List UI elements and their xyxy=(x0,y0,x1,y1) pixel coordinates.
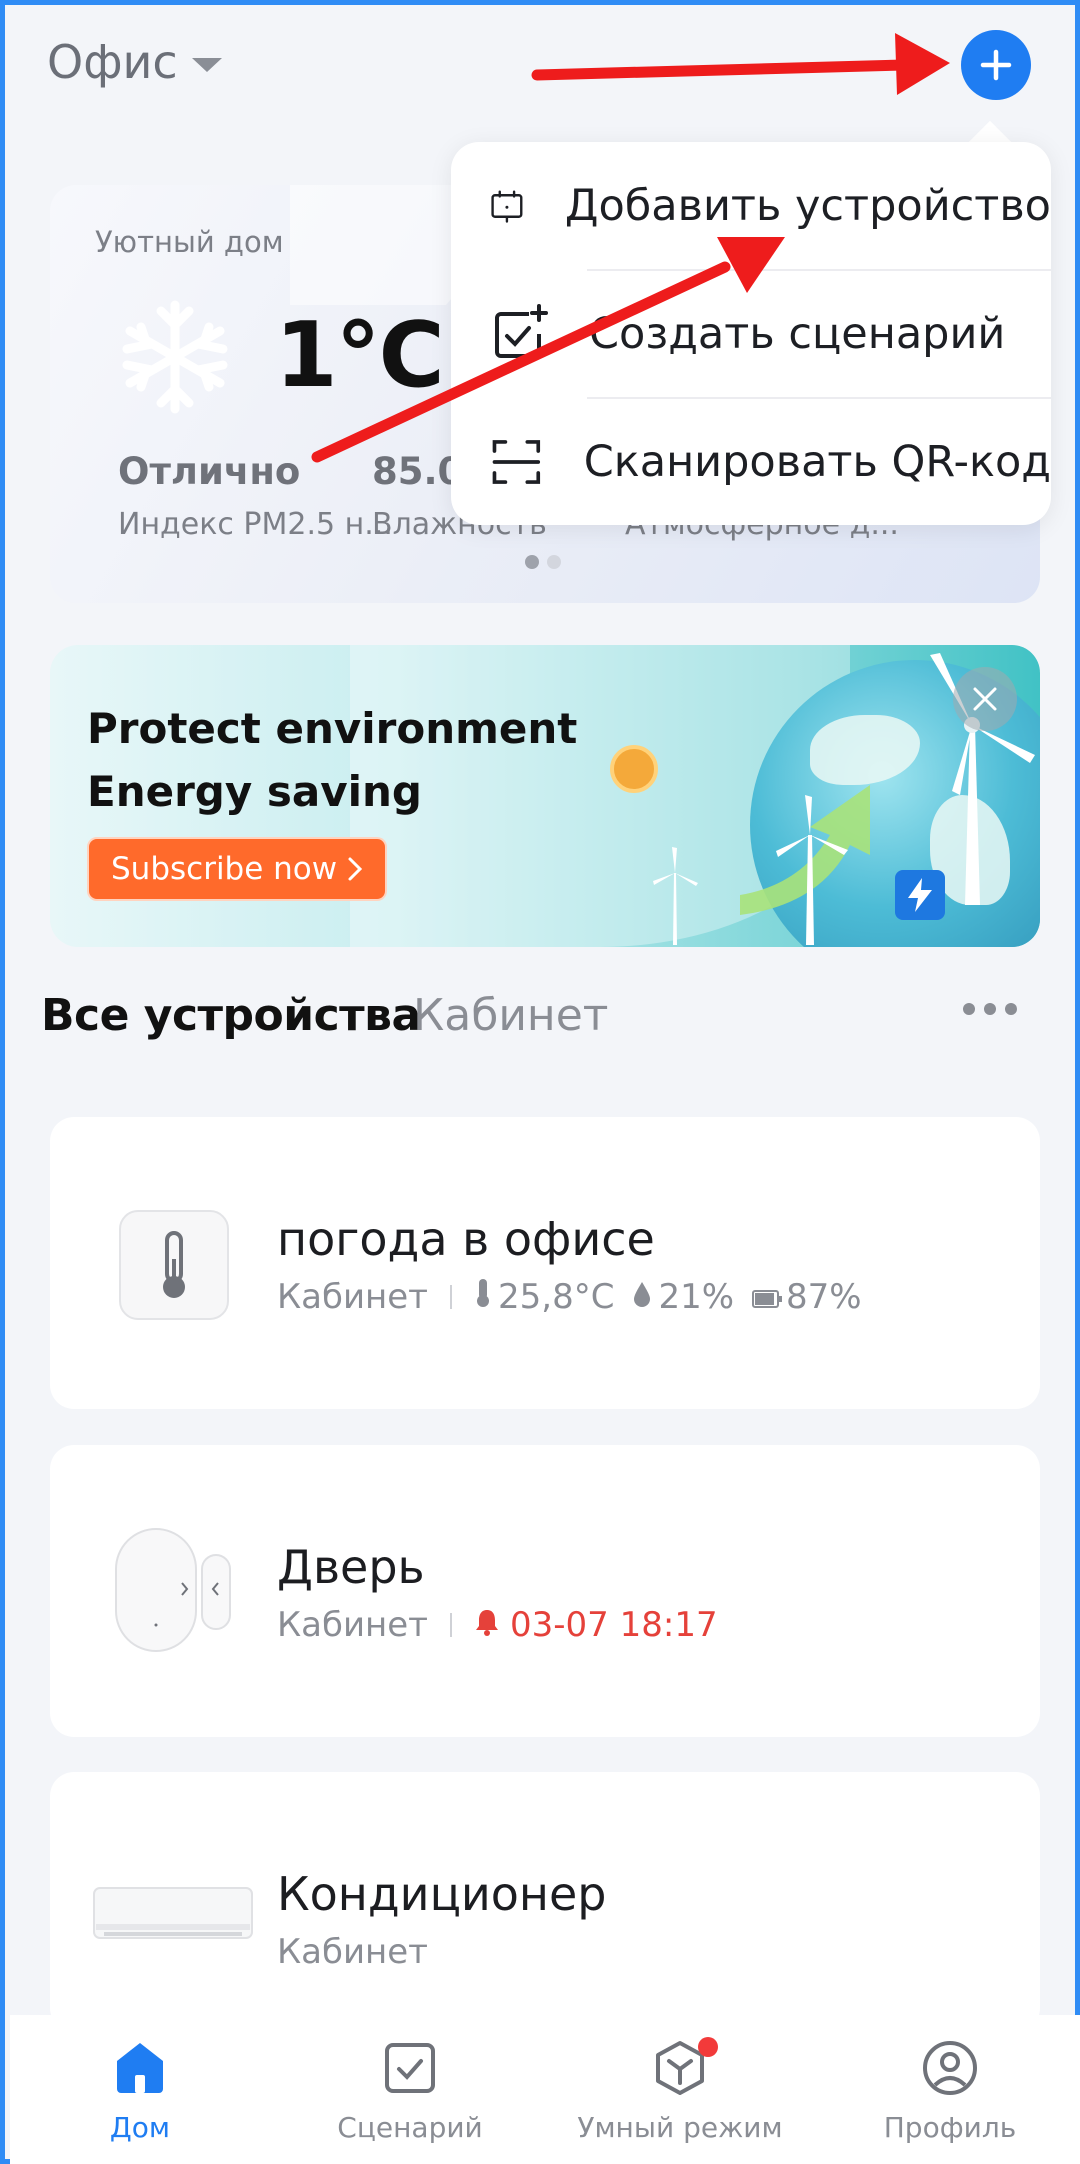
banner-title: Protect environment Energy saving xyxy=(87,697,577,823)
menu-item-label: Создать сценарий xyxy=(589,309,1006,359)
menu-item-create-scene[interactable]: Создать сценарий xyxy=(451,270,1051,398)
plus-icon xyxy=(980,49,1012,81)
annotation-arrow-to-add-button xyxy=(531,33,950,95)
menu-item-scan-qr[interactable]: Сканировать QR-код xyxy=(451,398,1051,526)
leaf-coin-illustration xyxy=(610,745,658,793)
nav-label: Дом xyxy=(109,2111,171,2144)
bottom-nav: Дом Сценарий Умный режим Профиль xyxy=(10,2015,1080,2164)
nav-label: Сценарий xyxy=(337,2111,483,2144)
pager-dot xyxy=(547,555,561,569)
chevron-right-icon xyxy=(348,857,363,881)
weather-location: Уютный дом xyxy=(95,225,284,259)
create-scene-icon xyxy=(495,304,548,358)
device-room: Кабинет xyxy=(277,1277,428,1317)
thermometer-icon xyxy=(474,1277,492,1317)
pm25-value: Отлично xyxy=(118,450,301,493)
subscribe-button[interactable]: Subscribe now xyxy=(87,837,388,901)
humidity-value: 85.0 xyxy=(372,450,464,493)
notification-badge xyxy=(698,2037,718,2057)
home-name: Офис xyxy=(47,35,178,89)
device-room: Кабинет xyxy=(277,1932,428,1972)
pm25-label: Индекс PM2.5 н... xyxy=(118,507,393,542)
menu-item-label: Добавить устройство xyxy=(564,181,1051,231)
home-icon xyxy=(117,2043,163,2093)
device-temperature: 25,8°C xyxy=(498,1277,615,1317)
close-icon xyxy=(973,687,997,711)
battery-icon xyxy=(752,1277,783,1317)
menu-item-label: Сканировать QR-код xyxy=(583,437,1051,487)
profile-icon xyxy=(923,2041,977,2095)
add-device-icon xyxy=(491,190,523,223)
tab-cabinet[interactable]: Кабинет xyxy=(413,990,608,1041)
door-sensor-icon xyxy=(115,1528,231,1652)
subscribe-label: Subscribe now xyxy=(111,851,338,887)
nav-label: Профиль xyxy=(883,2111,1017,2144)
air-conditioner-icon xyxy=(93,1887,253,1939)
device-meta: Кабинет 25,8°C 21% 87% xyxy=(277,1277,862,1317)
tab-all-devices[interactable]: Все устройства xyxy=(41,990,421,1041)
add-button[interactable] xyxy=(961,30,1031,100)
bell-alert-icon xyxy=(474,1605,500,1645)
home-selector[interactable]: Офис xyxy=(47,35,222,89)
device-alert-time: 03-07 18:17 xyxy=(510,1605,718,1645)
wind-turbine-small-illustration xyxy=(776,795,848,945)
device-card-ac[interactable]: Кондиционер Кабинет xyxy=(50,1772,1040,2032)
device-name: Кондиционер xyxy=(277,1867,607,1921)
nav-label: Умный режим xyxy=(577,2111,783,2144)
device-card-weather[interactable]: погода в офисе Кабинет 25,8°C 21% 87% xyxy=(50,1117,1040,1409)
nav-smart-mode[interactable]: Умный режим xyxy=(550,2037,810,2144)
temperature: 1°C xyxy=(275,303,445,408)
device-card-door[interactable]: Дверь Кабинет 03-07 18:17 xyxy=(50,1445,1040,1737)
device-name: Дверь xyxy=(277,1540,425,1594)
promo-banner[interactable]: Protect environment Energy saving Subscr… xyxy=(50,645,1040,947)
device-room: Кабинет xyxy=(277,1605,428,1645)
caret-down-icon xyxy=(191,58,222,72)
device-name: погода в офисе xyxy=(277,1212,655,1266)
pager-dot-active xyxy=(525,555,539,569)
nav-profile[interactable]: Профиль xyxy=(820,2037,1080,2144)
scan-qr-icon xyxy=(492,440,541,484)
weather-pager xyxy=(525,555,561,569)
lightning-icon xyxy=(895,870,945,920)
humidity-drop-icon xyxy=(632,1277,652,1317)
scene-check-icon xyxy=(385,2043,435,2093)
nav-home[interactable]: Дом xyxy=(10,2037,270,2144)
add-menu: Добавить устройство Создать сценарий Ска… xyxy=(451,142,1051,525)
banner-line-1: Protect environment xyxy=(87,704,578,753)
banner-close-button[interactable] xyxy=(953,667,1017,731)
device-meta: Кабинет xyxy=(277,1932,428,1972)
nav-scene[interactable]: Сценарий xyxy=(280,2037,540,2144)
banner-line-2: Energy saving xyxy=(87,767,422,816)
thermometer-sensor-icon xyxy=(119,1210,229,1320)
snowflake-icon xyxy=(122,300,228,414)
device-battery: 87% xyxy=(786,1277,862,1317)
device-humidity: 21% xyxy=(658,1277,735,1317)
wind-turbine-tiny-illustration xyxy=(653,847,698,945)
menu-item-add-device[interactable]: Добавить устройство xyxy=(451,142,1051,270)
more-horizontal-icon[interactable] xyxy=(963,1003,1017,1015)
device-meta: Кабинет 03-07 18:17 xyxy=(277,1605,718,1645)
